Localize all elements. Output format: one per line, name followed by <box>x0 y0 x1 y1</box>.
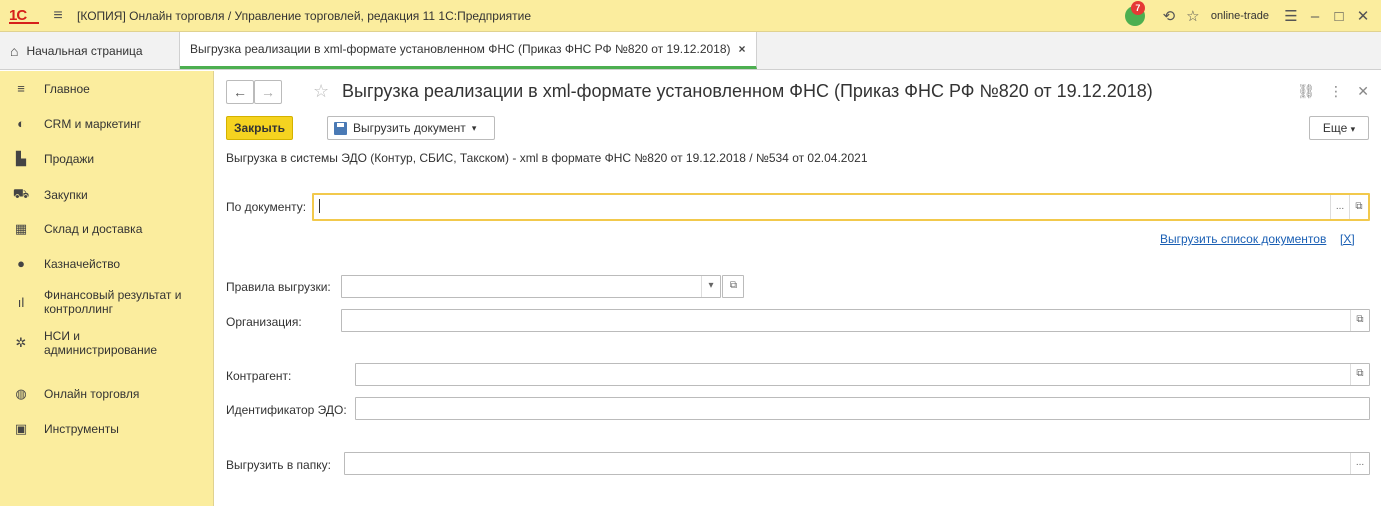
logo-underline <box>9 22 39 24</box>
organization-input[interactable]: ⧉ <box>341 309 1370 332</box>
export-folder-input[interactable]: ... <box>344 452 1370 475</box>
dropdown-icon[interactable]: ▾ <box>701 276 720 297</box>
hamburger-menu-icon[interactable]: ≡ <box>49 7 67 25</box>
tab-close-icon[interactable]: × <box>739 42 746 56</box>
export-document-button[interactable]: Выгрузить документ ▾ <box>327 116 495 140</box>
user-name[interactable]: online-trade <box>1211 10 1269 22</box>
window-titlebar: 1С ≡ [КОПИЯ] Онлайн торговля / Управлени… <box>0 0 1381 32</box>
cart-icon: ⛟ <box>12 186 30 201</box>
list-icon: ≡ <box>17 81 25 96</box>
more-button-label: Еще <box>1322 121 1348 135</box>
sidebar-item-crm[interactable]: ◐ CRM и маркетинг <box>0 116 141 131</box>
form-area: ← → ☆ Выгрузка реализации в xml-формате … <box>215 71 1381 506</box>
counterparty-label: Контрагент: <box>226 369 292 383</box>
tools-icon: ▣ <box>14 421 28 436</box>
sidebar-item-label: Онлайн торговля <box>44 387 140 401</box>
close-button[interactable]: Закрыть <box>226 116 293 140</box>
export-document-label: Выгрузить документ <box>353 121 466 135</box>
edo-id-input[interactable] <box>355 397 1370 420</box>
tab-active-document[interactable]: Выгрузка реализации в xml-формате устано… <box>180 32 757 69</box>
rules-select[interactable]: ▾ <box>341 275 721 298</box>
organization-label: Организация: <box>226 315 302 329</box>
sidebar-item-admin[interactable]: ✲ НСИ и администрирование <box>0 329 200 357</box>
sidebar-item-label: Инструменты <box>44 422 119 436</box>
text-cursor <box>319 199 320 213</box>
close-form-icon[interactable]: ✕ <box>1357 83 1369 100</box>
counterparty-input[interactable]: ⧉ <box>355 363 1370 386</box>
bar-chart-icon: ıl <box>17 294 25 310</box>
export-folder-label: Выгрузить в папку: <box>226 458 331 472</box>
sidebar-item-label: Закупки <box>44 188 88 202</box>
bag-icon: ▙ <box>16 151 26 166</box>
globe-icon: ◍ <box>15 386 27 401</box>
open-icon[interactable]: ⧉ <box>1350 310 1369 331</box>
warehouse-icon: ▦ <box>14 221 28 236</box>
forward-arrow-icon[interactable]: → <box>254 80 282 104</box>
titlebar-controls: 7 ⟲ ☆ online-trade ☰ – □ ✕ <box>1124 0 1381 32</box>
back-arrow-icon[interactable]: ← <box>226 80 254 104</box>
treasury-icon: ● <box>17 256 25 271</box>
sidebar-item-label: Продажи <box>44 152 95 166</box>
close-window-icon[interactable]: ✕ <box>1351 7 1375 25</box>
more-vertical-icon[interactable]: ⋮ <box>1329 83 1343 100</box>
form-description: Выгрузка в системы ЭДО (Контур, СБИС, Та… <box>226 151 868 165</box>
tab-active-label: Выгрузка реализации в xml-формате устано… <box>190 42 731 56</box>
sidebar-item-label: CRM и маркетинг <box>44 116 142 131</box>
sidebar-item-main[interactable]: ≡ Главное <box>0 81 90 96</box>
maximize-icon[interactable]: □ <box>1327 8 1351 25</box>
sidebar-item-sales[interactable]: ▙ Продажи <box>0 151 94 167</box>
open-icon: ⧉ <box>729 280 738 291</box>
sidebar-item-tools[interactable]: ▣ Инструменты <box>0 421 119 437</box>
sidebar: ≡ Главное ◐ CRM и маркетинг ▙ Продажи ⛟ … <box>0 71 214 506</box>
sidebar-item-treasury[interactable]: ● Казначейство <box>0 256 120 271</box>
sidebar-item-purchases[interactable]: ⛟ Закупки <box>0 186 88 204</box>
select-ellipsis-button[interactable]: ... <box>1330 195 1349 219</box>
floppy-disk-icon <box>334 121 347 135</box>
rules-label: Правила выгрузки: <box>226 280 331 294</box>
sidebar-item-label: НСИ и администрирование <box>44 329 158 357</box>
sidebar-item-finance[interactable]: ıl Финансовый результат и контроллинг <box>0 288 200 316</box>
history-icon[interactable]: ⟲ <box>1157 7 1181 25</box>
crm-icon: ◐ <box>17 116 25 131</box>
notifications-bell-icon[interactable]: 7 <box>1124 1 1145 26</box>
page-title: Выгрузка реализации в xml-формате устано… <box>342 81 1153 101</box>
chevron-down-icon: ▾ <box>471 122 477 133</box>
favorites-star-icon[interactable]: ☆ <box>1181 7 1205 25</box>
by-document-input[interactable]: ... ⧉ <box>312 193 1370 221</box>
sidebar-item-warehouse[interactable]: ▦ Склад и доставка <box>0 221 143 237</box>
tab-bar: ⌂ Начальная страница Выгрузка реализации… <box>0 32 1381 70</box>
gear-icon: ✲ <box>15 335 27 350</box>
sidebar-item-label: Главное <box>44 81 90 96</box>
favorite-star-icon[interactable]: ☆ <box>313 80 329 102</box>
sidebar-item-label: Склад и доставка <box>44 222 143 236</box>
by-document-label: По документу: <box>226 200 307 214</box>
more-button[interactable]: Еще ▾ <box>1309 116 1369 140</box>
sidebar-item-online-trade[interactable]: ◍ Онлайн торговля <box>0 386 139 402</box>
edo-id-label: Идентификатор ЭДО: <box>226 403 347 417</box>
open-icon[interactable]: ⧉ <box>1350 364 1369 385</box>
settings-menu-icon[interactable]: ☰ <box>1279 7 1303 25</box>
link-icon[interactable]: ⛓ <box>1297 83 1315 100</box>
export-list-link[interactable]: Выгрузить список документов <box>1160 232 1326 246</box>
notifications-badge: 7 <box>1130 1 1145 15</box>
home-icon: ⌂ <box>10 42 19 59</box>
window-title: [КОПИЯ] Онлайн торговля / Управление тор… <box>77 8 532 23</box>
rules-open-button[interactable]: ⧉ <box>722 275 744 298</box>
tab-home[interactable]: ⌂ Начальная страница <box>0 32 180 69</box>
export-list-close-link[interactable]: [X] <box>1340 232 1355 246</box>
sidebar-item-label: Финансовый результат и контроллинг <box>44 288 182 316</box>
open-icon[interactable]: ⧉ <box>1349 195 1368 219</box>
select-ellipsis-button[interactable]: ... <box>1350 453 1369 474</box>
sidebar-item-label: Казначейство <box>44 256 121 271</box>
minimize-icon[interactable]: – <box>1303 8 1327 25</box>
chevron-down-icon: ▾ <box>1350 124 1356 134</box>
tab-home-label: Начальная страница <box>26 43 143 58</box>
